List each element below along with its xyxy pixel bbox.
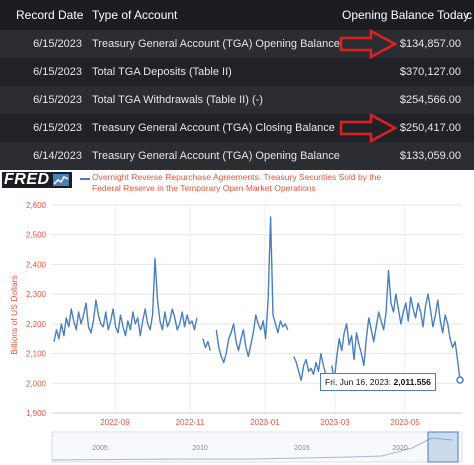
navigator-tick-label: 2005 (92, 445, 108, 452)
table-row[interactable]: 6/15/2023 Treasury General Account (TGA)… (0, 114, 474, 142)
header-opening-balance[interactable]: Opening Balance Today (342, 0, 469, 30)
y-tick-label: 1,900 (26, 409, 47, 418)
series-line (202, 338, 211, 351)
row-date: 6/15/2023 (33, 122, 82, 134)
red-arrow-icon (339, 113, 398, 143)
row-date: 6/15/2023 (33, 38, 82, 50)
x-tick-label: 2023-05 (390, 418, 420, 427)
x-tick-label: 2023-03 (320, 418, 350, 427)
tooltip-value: 2,011.556 (393, 377, 431, 387)
y-tick-label: 2,400 (26, 260, 47, 269)
row-balance: $254,566.00 (399, 94, 461, 106)
y-tick-label: 2,300 (26, 290, 47, 299)
highlight-point (456, 376, 464, 384)
range-navigator: 2005 2010 2015 2020 (51, 431, 463, 463)
series-line (331, 269, 461, 382)
row-date: 6/15/2023 (33, 94, 82, 106)
table-row[interactable]: 6/15/2023 Treasury General Account (TGA)… (0, 30, 474, 58)
header-record-date[interactable]: Record Date (16, 0, 86, 30)
chart-plot[interactable]: 1,900 2,000 2,100 2,200 2,300 2,400 2,500 2,600… (0, 170, 474, 465)
header-truncated-column[interactable]: c (466, 0, 472, 30)
row-date: 6/14/2023 (33, 150, 82, 162)
y-tick-label: 2,500 (26, 231, 47, 240)
row-date: 6/15/2023 (33, 66, 82, 78)
x-tick-label: 2022-09 (100, 418, 130, 427)
y-tick-label: 2,600 (26, 201, 47, 210)
tooltip-date: Fri, Jun 16, 2023: (325, 377, 392, 387)
treasury-table: Record Date Type of Account Opening Bala… (0, 0, 474, 170)
x-tick-label: 2023-01 (250, 418, 280, 427)
red-arrow-icon (339, 29, 398, 59)
series-line (215, 216, 289, 364)
navigator-tick-label: 2020 (392, 445, 408, 452)
row-type: Treasury General Account (TGA) Opening B… (92, 38, 340, 50)
row-type: Treasury General Account (TGA) Opening B… (92, 150, 340, 162)
y-tick-label: 2,200 (26, 320, 47, 329)
row-type: Total TGA Withdrawals (Table II) (-) (92, 94, 263, 106)
fred-chart: FRED Overnight Reverse Repurchase Agreem… (0, 170, 474, 465)
row-balance: $133,059.00 (399, 150, 461, 162)
navigator-tick-label: 2015 (294, 445, 310, 452)
table-row[interactable]: 6/15/2023 Total TGA Withdrawals (Table I… (0, 86, 474, 114)
y-axis-ticks: 1,900 2,000 2,100 2,200 2,300 2,400 2,500 2,600 (26, 201, 47, 418)
y-tick-label: 2,100 (26, 350, 47, 359)
header-type-of-account[interactable]: Type of Account (92, 0, 177, 30)
row-type: Treasury General Account (TGA) Closing B… (92, 122, 335, 134)
row-type: Total TGA Deposits (Table II) (92, 66, 232, 78)
table-header: Record Date Type of Account Opening Bala… (0, 0, 474, 31)
navigator-selection (427, 431, 459, 463)
x-tick-label: 2022-11 (176, 418, 205, 427)
y-tick-label: 2,000 (26, 379, 47, 388)
table-row[interactable]: 6/15/2023 Total TGA Deposits (Table II) … (0, 58, 474, 86)
x-axis-ticks: 2022-09 2022-11 2023-01 2023-03 2023-05 (100, 418, 420, 427)
table-row[interactable]: 6/14/2023 Treasury General Account (TGA)… (0, 142, 474, 170)
data-tooltip: Fri, Jun 16, 2023: 2,011.556 (320, 373, 436, 391)
navigator-tick-label: 2010 (192, 445, 208, 452)
series-line (53, 257, 198, 342)
row-balance: $370,127.00 (399, 66, 461, 78)
